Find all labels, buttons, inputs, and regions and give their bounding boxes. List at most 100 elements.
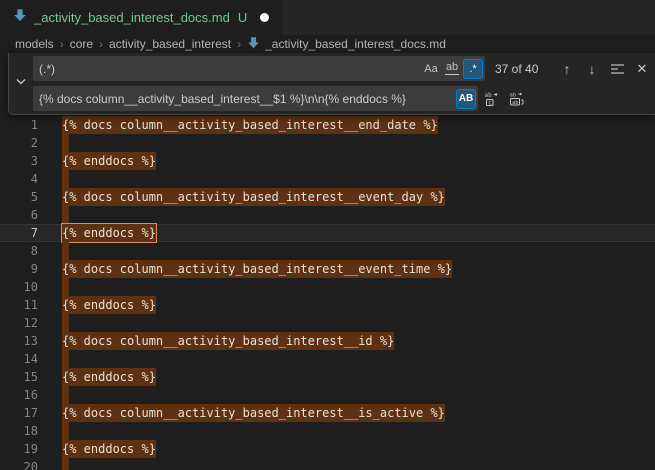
breadcrumb-file-label: _activity_based_interest_docs.md — [265, 37, 446, 51]
line-number[interactable]: 1 — [0, 116, 38, 134]
line-number[interactable]: 4 — [0, 170, 38, 188]
empty-match-highlight — [62, 350, 69, 368]
line-content[interactable]: {% docs column__activity_based_interest_… — [62, 404, 445, 422]
code-line[interactable]: 1 {% docs column__activity_based_interest… — [0, 116, 655, 134]
replace-input[interactable]: {% docs column__activity_based_interest_… — [33, 86, 478, 111]
line-content[interactable]: {% enddocs %} — [62, 152, 156, 170]
next-match-button[interactable]: ↓ — [581, 58, 603, 80]
find-widget: (.*) Aa ab .* 37 of 40 ↑ ↓ — [8, 53, 655, 115]
line-number[interactable]: 14 — [0, 350, 38, 368]
replace-all-icon: ab ab — [509, 91, 525, 107]
line-number[interactable]: 9 — [0, 260, 38, 278]
line-number[interactable]: 20 — [0, 458, 38, 470]
find-input[interactable]: (.*) Aa ab .* — [33, 56, 485, 81]
line-number[interactable]: 3 — [0, 152, 38, 170]
code-line[interactable]: 17 {% docs column__activity_based_interes… — [0, 404, 655, 422]
replace-all-button[interactable]: ab ab — [506, 88, 528, 110]
line-content[interactable] — [62, 350, 69, 368]
line-number[interactable]: 10 — [0, 278, 38, 296]
line-content[interactable]: {% docs column__activity_based_interest_… — [62, 260, 452, 278]
line-number[interactable]: 11 — [0, 296, 38, 314]
code-line[interactable]: 19 {% enddocs %} — [0, 440, 655, 458]
line-number[interactable]: 6 — [0, 206, 38, 224]
line-content[interactable] — [62, 422, 69, 440]
code-line[interactable]: 14 — [0, 350, 655, 368]
empty-match-highlight — [62, 134, 69, 152]
line-number[interactable]: 13 — [0, 332, 38, 350]
match-highlight: {% docs column__activity_based_interest_… — [62, 404, 445, 422]
code-line[interactable]: 2 — [0, 134, 655, 152]
line-content[interactable]: {% enddocs %} — [62, 368, 156, 386]
code-line[interactable]: 8 — [0, 242, 655, 260]
line-content[interactable] — [62, 314, 69, 332]
code-line[interactable]: 4 — [0, 170, 655, 188]
match-highlight: {% enddocs %} — [62, 152, 156, 170]
line-content[interactable]: {% docs column__activity_based_interest_… — [62, 188, 445, 206]
preserve-case-toggle[interactable]: AB — [456, 89, 476, 109]
line-number[interactable]: 18 — [0, 422, 38, 440]
code-line[interactable]: 5 {% docs column__activity_based_interest… — [0, 188, 655, 206]
line-content[interactable]: {% enddocs %} — [62, 224, 156, 242]
editor-pane[interactable]: 1 {% docs column__activity_based_interest… — [0, 53, 655, 470]
code-line[interactable]: 15 {% enddocs %} — [0, 368, 655, 386]
line-number[interactable]: 2 — [0, 134, 38, 152]
code-line[interactable]: 10 — [0, 278, 655, 296]
code-line[interactable]: 11 {% enddocs %} — [0, 296, 655, 314]
code-line[interactable]: 12 — [0, 314, 655, 332]
line-number[interactable]: 7 — [0, 224, 38, 242]
line-number[interactable]: 19 — [0, 440, 38, 458]
breadcrumb-item-file[interactable]: _activity_based_interest_docs.md — [247, 36, 446, 52]
tab-activity-docs[interactable]: _activity_based_interest_docs.md U — [0, 0, 282, 35]
toggle-replace-button[interactable] — [9, 53, 33, 114]
empty-match-highlight — [62, 206, 69, 224]
line-content[interactable] — [62, 386, 69, 404]
line-number[interactable]: 16 — [0, 386, 38, 404]
line-content[interactable] — [62, 134, 69, 152]
previous-match-button[interactable]: ↑ — [556, 58, 578, 80]
match-highlight: {% enddocs %} — [62, 368, 156, 386]
empty-match-highlight — [62, 422, 69, 440]
breadcrumb-item-activity_based_interest[interactable]: activity_based_interest — [109, 37, 231, 51]
match-case-toggle[interactable]: Aa — [421, 59, 441, 79]
unsaved-changes-dot[interactable] — [260, 13, 269, 22]
line-content[interactable] — [62, 278, 69, 296]
line-content[interactable]: {% docs column__activity_based_interest_… — [62, 116, 438, 134]
line-number[interactable]: 5 — [0, 188, 38, 206]
svg-text:ab: ab — [512, 99, 519, 105]
breadcrumb-item-core[interactable]: core — [70, 37, 93, 51]
match-highlight: {% docs column__activity_based_interest_… — [62, 116, 438, 134]
line-content[interactable]: {% docs column__activity_based_interest_… — [62, 332, 394, 350]
breadcrumb-separator: › — [60, 37, 64, 51]
replace-button[interactable]: ab c — [481, 88, 503, 110]
empty-match-highlight — [62, 170, 69, 188]
code-line[interactable]: 6 — [0, 206, 655, 224]
line-content[interactable]: {% enddocs %} — [62, 440, 156, 458]
selection-lines-icon — [610, 61, 625, 76]
empty-match-highlight — [62, 386, 69, 404]
code-line[interactable]: 7 {% enddocs %} — [0, 224, 655, 242]
find-in-selection-button[interactable] — [606, 58, 628, 80]
match-highlight: {% docs column__activity_based_interest_… — [62, 188, 445, 206]
close-find-widget-button[interactable]: ✕ — [631, 58, 653, 80]
line-content[interactable] — [62, 242, 69, 260]
code-line[interactable]: 9 {% docs column__activity_based_interest… — [0, 260, 655, 278]
line-number[interactable]: 17 — [0, 404, 38, 422]
breadcrumb-separator: › — [99, 37, 103, 51]
line-content[interactable] — [62, 458, 69, 470]
line-content[interactable] — [62, 170, 69, 188]
line-number[interactable]: 12 — [0, 314, 38, 332]
regex-toggle[interactable]: .* — [463, 59, 483, 79]
code-line[interactable]: 13 {% docs column__activity_based_interes… — [0, 332, 655, 350]
code-line[interactable]: 20 — [0, 458, 655, 470]
line-number[interactable]: 8 — [0, 242, 38, 260]
code-line[interactable]: 3 {% enddocs %} — [0, 152, 655, 170]
line-content[interactable] — [62, 206, 69, 224]
empty-match-highlight — [62, 278, 69, 296]
line-content[interactable]: {% enddocs %} — [62, 296, 156, 314]
git-status-badge: U — [238, 10, 247, 25]
line-number[interactable]: 15 — [0, 368, 38, 386]
code-line[interactable]: 18 — [0, 422, 655, 440]
code-line[interactable]: 16 — [0, 386, 655, 404]
whole-word-toggle[interactable]: ab — [442, 59, 462, 79]
breadcrumb-item-models[interactable]: models — [15, 37, 54, 51]
